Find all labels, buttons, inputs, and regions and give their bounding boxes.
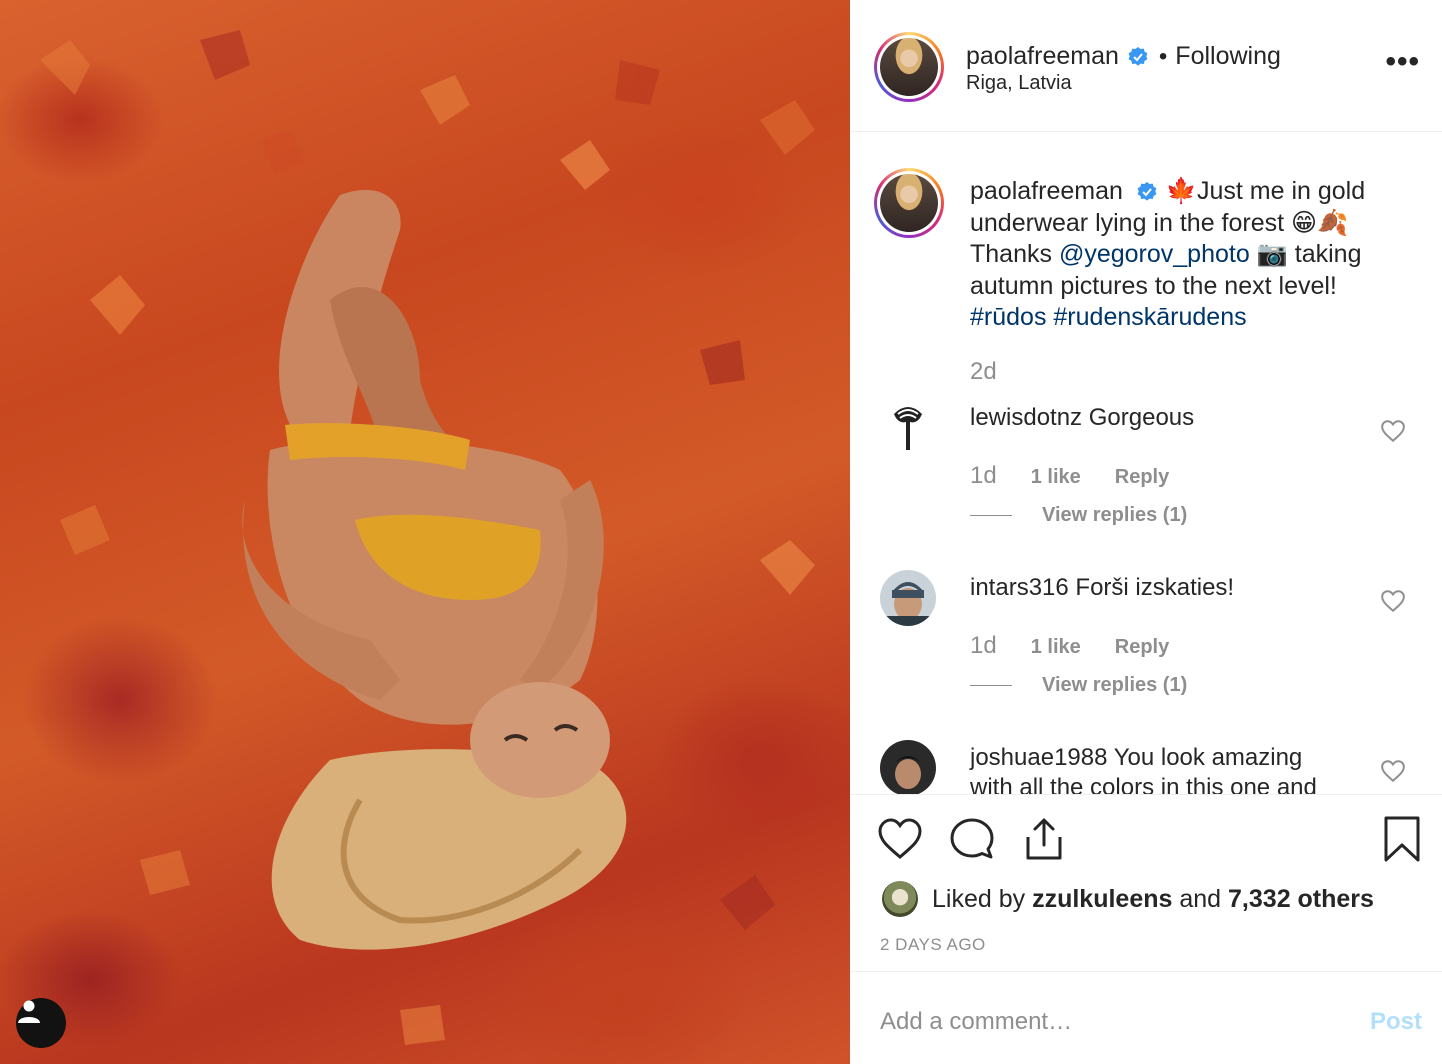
comment-text: Forši izskaties! — [1075, 574, 1235, 601]
caption-line-3-end: taking — [1287, 240, 1362, 268]
comment-age: 1d — [970, 462, 997, 489]
liker-username[interactable]: zzulkuleens — [1032, 885, 1172, 914]
comment-like-heart-icon[interactable] — [1380, 418, 1406, 444]
likes-summary: Liked by zzulkuleens and 7,332 others — [882, 881, 1374, 917]
comment-bubble-icon[interactable] — [948, 815, 996, 863]
like-heart-icon[interactable] — [876, 815, 924, 863]
tagged-users-button[interactable] — [16, 998, 66, 1048]
likes-count-link[interactable]: 7,332 others — [1228, 885, 1374, 914]
caption-line-3-start: Thanks — [970, 240, 1059, 268]
view-replies-button[interactable]: View replies (1) — [970, 674, 1187, 697]
author-username[interactable]: paolafreeman — [966, 42, 1119, 71]
comment-username[interactable]: lewisdotnz — [970, 404, 1082, 431]
caption-line-1: Just me in gold — [1196, 177, 1366, 205]
replies-divider — [970, 685, 1012, 686]
reply-button[interactable]: Reply — [1115, 636, 1169, 659]
comment-body: lewisdotnz Gorgeous — [970, 404, 1194, 432]
post-photo[interactable] — [0, 0, 850, 1064]
comment-like-heart-icon[interactable] — [1380, 588, 1406, 614]
caption-username[interactable]: paolafreeman — [970, 177, 1123, 205]
author-row: paolafreeman • Following — [966, 42, 1281, 71]
caption-avatar[interactable] — [874, 168, 944, 238]
comment-like-heart-icon[interactable] — [1380, 758, 1406, 784]
caption-mention[interactable]: @yegorov_photo — [1059, 240, 1250, 268]
comment-username[interactable]: joshuae1988 — [970, 744, 1107, 771]
replies-divider — [970, 515, 1012, 516]
fallen-leaf-emoji: 🍂 — [1317, 208, 1349, 237]
likes-middle: and — [1179, 884, 1222, 913]
comment-body: intars316 Forši izskaties! — [970, 574, 1234, 602]
maple-leaf-emoji: 🍁 — [1165, 177, 1197, 205]
verified-badge-icon — [1137, 182, 1157, 201]
comment-body: joshuae1988 You look amazing — [970, 744, 1302, 772]
comment-text: You look amazing — [1113, 744, 1303, 771]
save-bookmark-icon[interactable] — [1378, 815, 1426, 863]
more-options-icon[interactable]: ••• — [1385, 47, 1420, 77]
view-replies-label: View replies (1) — [1042, 674, 1188, 696]
likes-prefix: Liked by — [932, 884, 1026, 913]
share-icon[interactable] — [1020, 815, 1068, 863]
author-avatar[interactable] — [874, 32, 944, 102]
caption-line-4: autumn pictures to the next level! — [970, 271, 1337, 300]
commenter-avatar[interactable] — [880, 570, 936, 626]
comment-age: 1d — [970, 632, 997, 659]
comment-likes[interactable]: 1 like — [1031, 466, 1081, 489]
hashtag-link[interactable]: #rudenskārudens — [1053, 303, 1246, 331]
commenter-avatar[interactable] — [880, 740, 936, 794]
grin-emoji: 😁 — [1291, 208, 1318, 237]
caption-line-2: underwear lying in the forest — [970, 208, 1285, 237]
post-header: paolafreeman • Following Riga, Latvia ••… — [850, 0, 1442, 132]
liker-avatar[interactable] — [882, 881, 918, 917]
post-actions: Liked by zzulkuleens and 7,332 others 2 … — [850, 794, 1442, 1064]
hashtag-link[interactable]: #rūdos — [970, 303, 1046, 331]
comment-text: Gorgeous — [1088, 404, 1195, 431]
camera-emoji: 📷 — [1256, 240, 1288, 268]
post-caption: paolafreeman 🍁Just me in gold underwear … — [970, 176, 1380, 334]
comment-meta: 1d 1 like Reply — [970, 462, 1169, 490]
commenter-avatar[interactable] — [880, 400, 936, 456]
following-button[interactable]: Following — [1175, 42, 1281, 71]
comment-likes[interactable]: 1 like — [1031, 636, 1081, 659]
verified-badge-icon — [1128, 46, 1148, 66]
view-replies-label: View replies (1) — [1042, 504, 1188, 526]
post-location[interactable]: Riga, Latvia — [966, 72, 1072, 95]
comment-meta: 1d 1 like Reply — [970, 632, 1169, 660]
post-comment-button[interactable]: Post — [1370, 1008, 1422, 1036]
comment-text-continued: with all the colors in this one and — [970, 774, 1317, 794]
add-comment-input[interactable] — [880, 1002, 1340, 1042]
view-replies-button[interactable]: View replies (1) — [970, 504, 1187, 527]
caption-time: 2d — [970, 358, 997, 385]
post-date[interactable]: 2 DAYS AGO — [880, 935, 986, 955]
reply-button[interactable]: Reply — [1115, 466, 1169, 489]
comments-section[interactable]: paolafreeman 🍁Just me in gold underwear … — [850, 132, 1442, 794]
comment-username[interactable]: intars316 — [970, 574, 1069, 601]
add-comment-bar: Post — [850, 971, 1442, 1064]
user-icon — [18, 1000, 40, 1023]
header-separator: • — [1158, 42, 1168, 70]
photo-illustration — [40, 30, 815, 1045]
post-side-panel: paolafreeman • Following Riga, Latvia ••… — [850, 0, 1442, 1064]
